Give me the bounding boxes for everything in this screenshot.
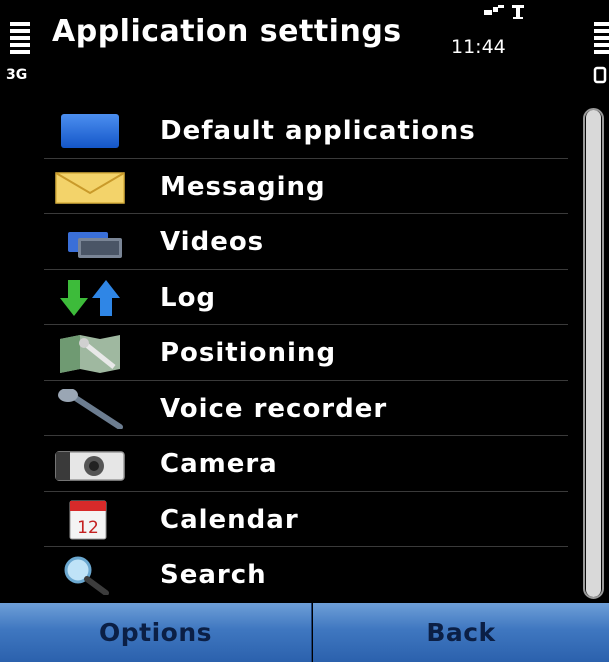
list-item-default-applications[interactable]: Default applications	[0, 103, 580, 159]
camera-icon	[55, 451, 125, 481]
calendar-day: 12	[77, 518, 99, 538]
signal-strength-icon	[10, 22, 30, 58]
list-item-label: Default applications	[160, 116, 476, 146]
antenna-icon	[512, 5, 524, 19]
log-arrows-icon	[60, 279, 120, 316]
list-item-calendar[interactable]: 12 Calendar	[0, 492, 580, 547]
network-type: 3G	[6, 67, 28, 83]
list-item-label: Calendar	[160, 504, 299, 535]
phone-screen: Application settings 11:44 3G Default ap…	[0, 0, 609, 662]
gps-icon	[484, 5, 504, 15]
positioning-map-icon	[60, 335, 120, 373]
clock: 11:44	[451, 36, 506, 58]
list-item-messaging[interactable]: Messaging	[0, 159, 580, 214]
list-item-label: Messaging	[160, 171, 326, 202]
list-item-videos[interactable]: Videos	[0, 214, 580, 270]
softkey-bar: Options Back	[0, 603, 609, 662]
back-button[interactable]: Back	[313, 603, 609, 662]
list-item-label: Videos	[160, 227, 265, 257]
list-item-voice-recorder[interactable]: Voice recorder	[0, 381, 580, 436]
envelope-icon	[55, 171, 125, 204]
list-item-search[interactable]: Search	[0, 547, 580, 603]
list-item-camera[interactable]: Camera	[0, 436, 580, 492]
default-apps-icon	[61, 114, 119, 148]
list-item-label: Log	[160, 282, 217, 313]
options-button[interactable]: Options	[0, 603, 312, 662]
scrollbar-thumb[interactable]	[586, 110, 601, 597]
settings-list: Default applications Messaging Videos Lo…	[0, 103, 580, 603]
magnifier-icon	[64, 556, 109, 595]
list-item-label: Positioning	[160, 338, 337, 368]
list-item-positioning[interactable]: Positioning	[0, 325, 580, 381]
video-icon	[68, 232, 122, 258]
list-item-label: Search	[160, 560, 267, 590]
page-title: Application settings	[52, 14, 402, 49]
calendar-icon: 12	[69, 500, 107, 539]
battery-icon	[593, 66, 607, 84]
battery-level-icon	[594, 22, 609, 58]
list-item-label: Camera	[160, 449, 278, 479]
list-item-label: Voice recorder	[160, 393, 388, 424]
status-bar: Application settings 11:44 3G	[0, 0, 609, 92]
list-item-log[interactable]: Log	[0, 270, 580, 325]
microphone-icon	[58, 388, 123, 429]
